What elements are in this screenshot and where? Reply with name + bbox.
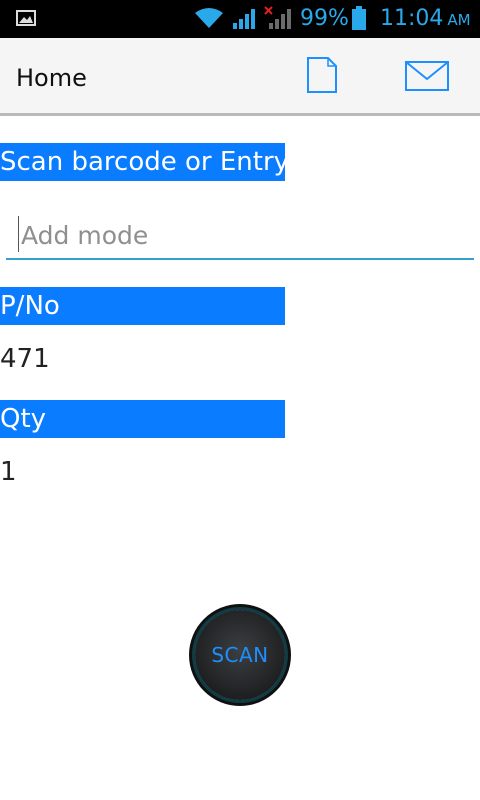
page-title: Home — [16, 64, 87, 92]
clock: 11:04 AM — [380, 6, 471, 31]
pno-label: P/No — [0, 287, 285, 325]
image-notification-icon — [16, 10, 36, 26]
battery-icon — [352, 6, 366, 30]
no-sim-signal-icon — [264, 6, 291, 29]
clock-ampm: AM — [447, 11, 471, 29]
action-bar: Home — [0, 38, 480, 116]
mail-icon[interactable] — [404, 60, 450, 92]
scan-button-label: SCAN — [211, 643, 269, 667]
qty-label: Qty — [0, 400, 285, 438]
scan-barcode-header: Scan barcode or Entry — [0, 143, 289, 181]
add-mode-field[interactable] — [6, 210, 474, 260]
pno-value: 471 — [0, 344, 50, 374]
scan-button[interactable]: SCAN — [195, 610, 285, 700]
clock-time: 11:04 — [380, 6, 444, 31]
battery-percent: 99% — [300, 6, 349, 31]
add-mode-input[interactable] — [19, 214, 463, 256]
document-icon[interactable] — [306, 56, 338, 94]
wifi-icon — [195, 8, 223, 28]
status-bar: 99% 11:04 AM — [0, 0, 480, 38]
qty-value: 1 — [0, 457, 17, 487]
signal-strength-icon — [233, 9, 255, 29]
